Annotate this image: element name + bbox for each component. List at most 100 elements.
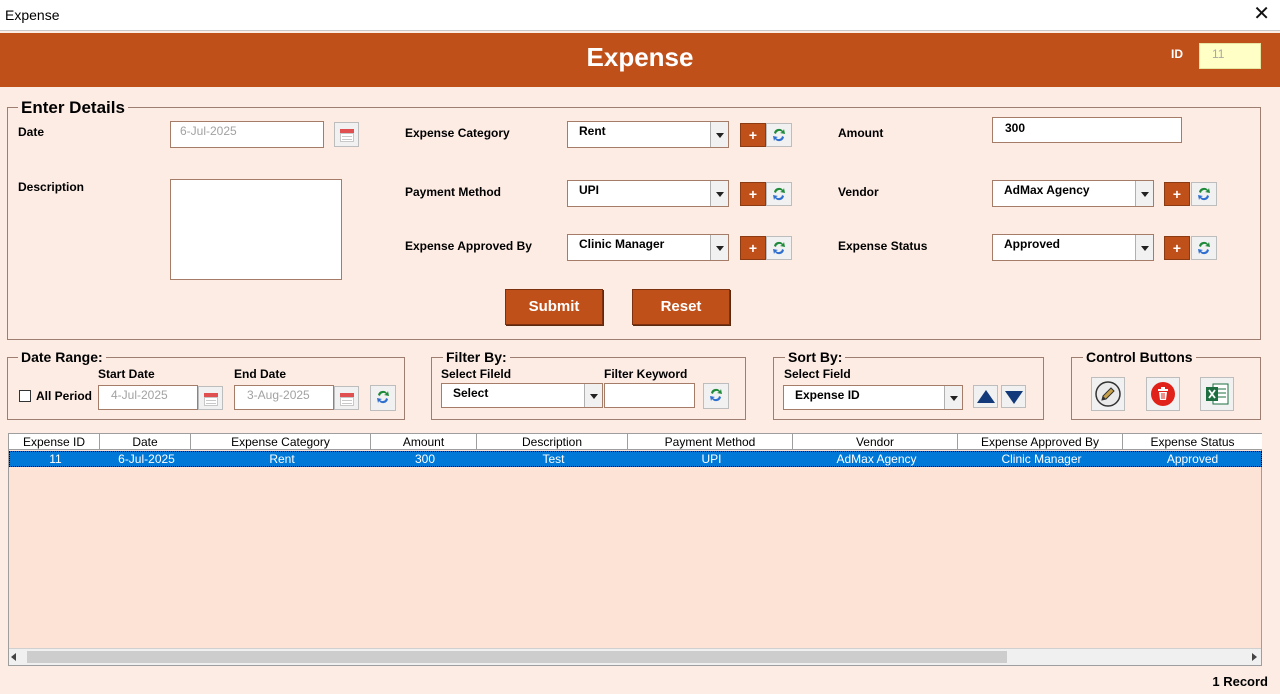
- payment-label: Payment Method: [405, 185, 502, 199]
- column-header[interactable]: Expense Category: [191, 434, 371, 450]
- filter-field-value: Select: [453, 386, 489, 400]
- close-icon[interactable]: ✕: [1253, 3, 1270, 25]
- approved-select[interactable]: Clinic Manager: [567, 234, 729, 261]
- cell-approved-by: Clinic Manager: [1001, 452, 1082, 466]
- add-category-button[interactable]: +: [740, 123, 766, 147]
- filter-legend: Filter By:: [443, 349, 510, 365]
- cell-amount: 300: [414, 452, 436, 466]
- export-excel-button[interactable]: [1200, 377, 1234, 411]
- cell-expense-id: 11: [49, 452, 62, 466]
- chevron-down-icon[interactable]: [584, 384, 602, 407]
- filter-field-label: Select Fileld: [441, 367, 512, 381]
- chevron-down-icon[interactable]: [710, 122, 728, 147]
- date-range-legend: Date Range:: [18, 349, 106, 365]
- column-header[interactable]: Date: [100, 434, 191, 450]
- date-field[interactable]: 6-Jul-2025: [170, 121, 324, 148]
- column-header[interactable]: Payment Method: [628, 434, 793, 450]
- status-select[interactable]: Approved: [992, 234, 1154, 261]
- payment-select[interactable]: UPI: [567, 180, 729, 207]
- refresh-date-range-icon[interactable]: [370, 385, 396, 411]
- excel-icon: [1206, 383, 1229, 405]
- description-label: Description: [18, 180, 85, 194]
- cell-status: Approved: [1166, 452, 1219, 466]
- refresh-category-icon[interactable]: [766, 123, 792, 147]
- column-header[interactable]: Expense Status: [1123, 434, 1262, 450]
- column-header[interactable]: Expense Approved By: [958, 434, 1123, 450]
- enter-details-legend: Enter Details: [18, 98, 128, 118]
- refresh-approver-icon[interactable]: [766, 236, 792, 260]
- add-payment-button[interactable]: +: [740, 182, 766, 206]
- filter-keyword-input[interactable]: [604, 383, 695, 408]
- column-header[interactable]: Description: [477, 434, 628, 450]
- horizontal-scrollbar[interactable]: [9, 648, 1261, 665]
- id-field: 11: [1199, 43, 1261, 69]
- arrow-up-icon: [977, 390, 995, 403]
- id-label: ID: [1171, 47, 1183, 61]
- column-header[interactable]: Expense ID: [9, 434, 100, 450]
- submit-button[interactable]: Submit: [505, 289, 603, 325]
- approved-value: Clinic Manager: [579, 237, 665, 251]
- all-period-label: All Period: [36, 389, 93, 403]
- chevron-down-icon[interactable]: [1135, 235, 1153, 260]
- table-row[interactable]: 11 6-Jul-2025 Rent 300 Test UPI AdMax Ag…: [9, 451, 1262, 467]
- scrollbar-thumb[interactable]: [27, 651, 1007, 663]
- add-status-button[interactable]: +: [1164, 236, 1190, 260]
- calendar-icon[interactable]: [334, 386, 359, 410]
- expense-table[interactable]: Expense ID Date Expense Category Amount …: [8, 433, 1262, 666]
- arrow-down-icon: [1005, 391, 1023, 404]
- scroll-right-icon[interactable]: [1252, 653, 1257, 661]
- scroll-left-icon[interactable]: [11, 653, 16, 661]
- chevron-down-icon[interactable]: [710, 235, 728, 260]
- add-vendor-button[interactable]: +: [1164, 182, 1190, 206]
- sort-descending-button[interactable]: [1001, 385, 1026, 408]
- pencil-icon: [1095, 381, 1121, 407]
- cell-category: Rent: [269, 452, 295, 466]
- end-date-label: End Date: [234, 367, 287, 381]
- status-value: Approved: [1004, 237, 1061, 251]
- trash-icon: [1151, 382, 1175, 406]
- chevron-down-icon[interactable]: [710, 181, 728, 206]
- sort-ascending-button[interactable]: [973, 385, 998, 408]
- all-period-checkbox[interactable]: [19, 390, 31, 402]
- amount-field[interactable]: 300: [992, 117, 1182, 143]
- sort-field-label: Select Field: [784, 367, 851, 381]
- refresh-payment-icon[interactable]: [766, 182, 792, 206]
- start-date-field[interactable]: 4-Jul-2025: [98, 385, 198, 410]
- chevron-down-icon[interactable]: [1135, 181, 1153, 206]
- payment-value: UPI: [579, 183, 600, 197]
- vendor-value: AdMax Agency: [1004, 183, 1090, 197]
- sort-field-select[interactable]: Expense ID: [783, 385, 963, 410]
- control-buttons-legend: Control Buttons: [1083, 349, 1196, 365]
- window-title: Expense: [5, 7, 60, 23]
- status-label: Expense Status: [838, 239, 928, 253]
- refresh-filter-icon[interactable]: [703, 383, 729, 409]
- vendor-select[interactable]: AdMax Agency: [992, 180, 1154, 207]
- calendar-icon[interactable]: [198, 386, 223, 410]
- category-select[interactable]: Rent: [567, 121, 729, 148]
- chevron-down-icon[interactable]: [944, 386, 962, 409]
- description-field[interactable]: [170, 179, 342, 280]
- vendor-label: Vendor: [838, 185, 879, 199]
- sort-legend: Sort By:: [785, 349, 846, 365]
- refresh-vendor-icon[interactable]: [1191, 182, 1217, 206]
- filter-keyword-label: Filter Keyword: [604, 367, 688, 381]
- reset-button[interactable]: Reset: [632, 289, 730, 325]
- add-approver-button[interactable]: +: [740, 236, 766, 260]
- cell-date: 6-Jul-2025: [118, 452, 175, 466]
- form-header: Expense ID 11: [0, 33, 1280, 87]
- refresh-status-icon[interactable]: [1191, 236, 1217, 260]
- delete-button[interactable]: [1146, 377, 1180, 411]
- table-header: Expense ID Date Expense Category Amount …: [9, 434, 1262, 450]
- window-titlebar: Expense ✕: [0, 0, 1280, 31]
- column-header[interactable]: Vendor: [793, 434, 958, 450]
- category-label: Expense Category: [405, 126, 510, 140]
- calendar-icon[interactable]: [334, 122, 359, 147]
- end-date-field[interactable]: 3-Aug-2025: [234, 385, 334, 410]
- filter-field-select[interactable]: Select: [441, 383, 603, 408]
- form-title: Expense: [586, 42, 694, 72]
- category-value: Rent: [579, 124, 606, 138]
- column-header[interactable]: Amount: [371, 434, 477, 450]
- start-date-label: Start Date: [98, 367, 155, 381]
- edit-button[interactable]: [1091, 377, 1125, 411]
- cell-description: Test: [542, 452, 565, 466]
